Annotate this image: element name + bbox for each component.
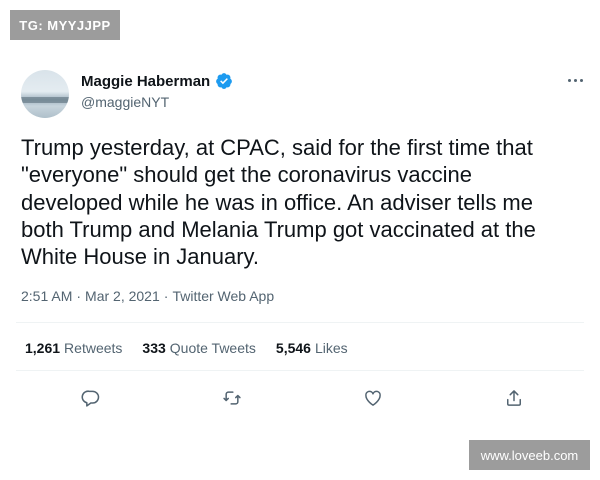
quotes-label: Quote Tweets bbox=[169, 340, 256, 356]
likes-stat[interactable]: 5,546 Likes bbox=[276, 340, 348, 356]
more-dot bbox=[567, 78, 571, 82]
author-name[interactable]: Maggie Haberman bbox=[81, 73, 210, 90]
share-icon[interactable] bbox=[502, 386, 526, 410]
divider bbox=[16, 370, 584, 371]
quotes-stat[interactable]: 333 Quote Tweets bbox=[142, 340, 256, 356]
watermark-top: TG: MYYJJPP bbox=[10, 10, 120, 40]
quotes-count: 333 bbox=[142, 340, 166, 356]
likes-label: Likes bbox=[314, 340, 348, 356]
more-dots-icon[interactable] bbox=[563, 70, 587, 90]
retweets-count: 1,261 bbox=[25, 340, 61, 356]
avatar-horizon bbox=[21, 97, 69, 103]
more-dot bbox=[579, 78, 583, 82]
page: TG: MYYJJPP Maggie Haberman @maggieNYT T… bbox=[0, 0, 600, 480]
meta-separator: · bbox=[76, 288, 82, 304]
tweet-date[interactable]: Mar 2, 2021 bbox=[85, 288, 160, 304]
author-handle[interactable]: @maggieNYT bbox=[81, 94, 169, 110]
author-name-row: Maggie Haberman bbox=[81, 72, 233, 90]
tweet-card: Maggie Haberman @maggieNYT Trump yesterd… bbox=[0, 64, 600, 418]
watermark-bottom: www.loveeb.com bbox=[469, 440, 590, 470]
reply-icon[interactable] bbox=[79, 386, 103, 410]
tweet-text: Trump yesterday, at CPAC, said for the f… bbox=[21, 135, 536, 270]
meta-separator: · bbox=[163, 288, 169, 304]
likes-count: 5,546 bbox=[275, 340, 311, 356]
divider bbox=[16, 322, 584, 323]
more-dot bbox=[573, 78, 577, 82]
tweet-meta: 2:51 AM · Mar 2, 2021 · Twitter Web App bbox=[21, 288, 274, 304]
retweets-label: Retweets bbox=[64, 340, 123, 356]
tweet-stats: 1,261 Retweets 333 Quote Tweets 5,546 Likes bbox=[25, 340, 348, 356]
action-bar bbox=[0, 386, 600, 410]
tweet-source[interactable]: Twitter Web App bbox=[172, 288, 274, 304]
retweets-stat[interactable]: 1,261 Retweets bbox=[25, 340, 122, 356]
avatar[interactable] bbox=[21, 70, 69, 118]
heart-icon[interactable] bbox=[361, 386, 385, 410]
retweet-icon[interactable] bbox=[220, 386, 244, 410]
tweet-time[interactable]: 2:51 AM bbox=[21, 288, 72, 304]
verified-badge-icon bbox=[215, 72, 233, 90]
